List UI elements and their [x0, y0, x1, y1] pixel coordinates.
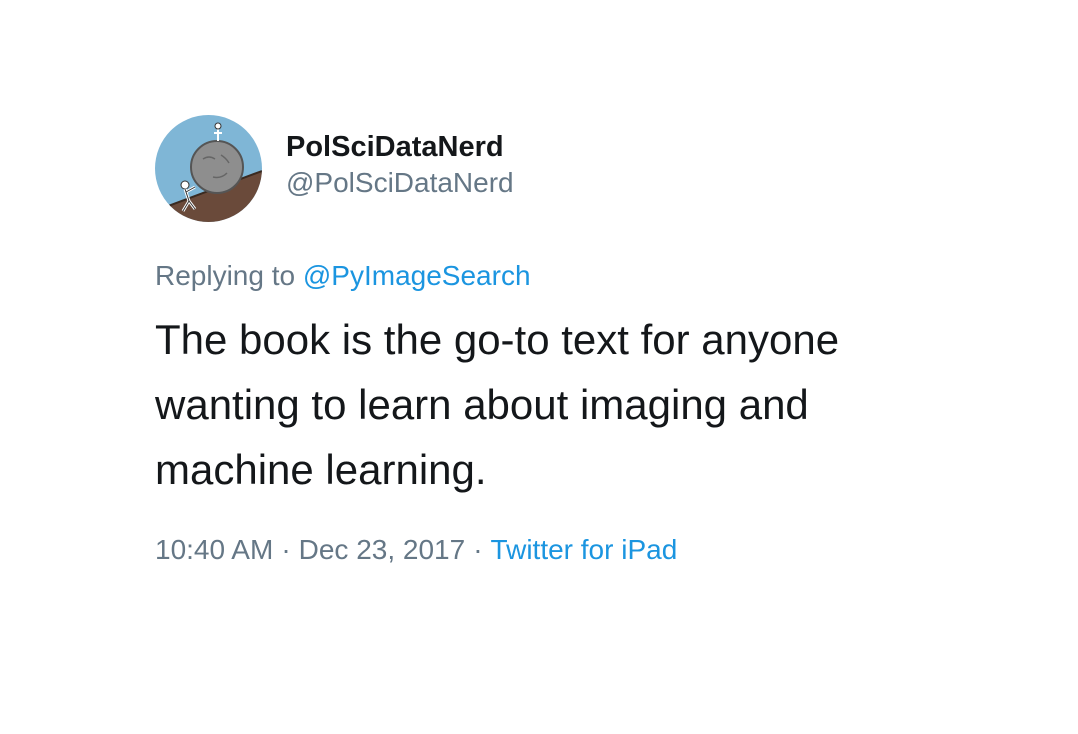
- user-names: PolSciDataNerd @PolSciDataNerd: [286, 129, 514, 201]
- tweet-time: 10:40 AM: [155, 534, 274, 565]
- tweet-text: The book is the go-to text for anyone wa…: [155, 316, 840, 493]
- sisyphus-boulder-avatar-icon: [155, 114, 262, 222]
- tweet-header: PolSciDataNerd @PolSciDataNerd: [155, 114, 1035, 222]
- tweet-date: Dec 23, 2017: [298, 534, 466, 565]
- user-handle[interactable]: @PolSciDataNerd: [286, 165, 514, 201]
- tweet-card: PolSciDataNerd @PolSciDataNerd Replying …: [155, 114, 1035, 568]
- tweet-meta: 10:40 AM · Dec 23, 2017 · Twitter for iPad: [155, 532, 1035, 568]
- meta-separator: ·: [281, 534, 291, 565]
- avatar[interactable]: [155, 114, 262, 222]
- meta-separator: ·: [473, 534, 483, 565]
- reply-target-link[interactable]: @PyImageSearch: [303, 260, 531, 291]
- tweet-source-link[interactable]: Twitter for iPad: [491, 534, 678, 565]
- display-name[interactable]: PolSciDataNerd: [286, 129, 514, 165]
- replying-to: Replying to @PyImageSearch: [155, 258, 1035, 294]
- replying-to-label: Replying to: [155, 260, 296, 291]
